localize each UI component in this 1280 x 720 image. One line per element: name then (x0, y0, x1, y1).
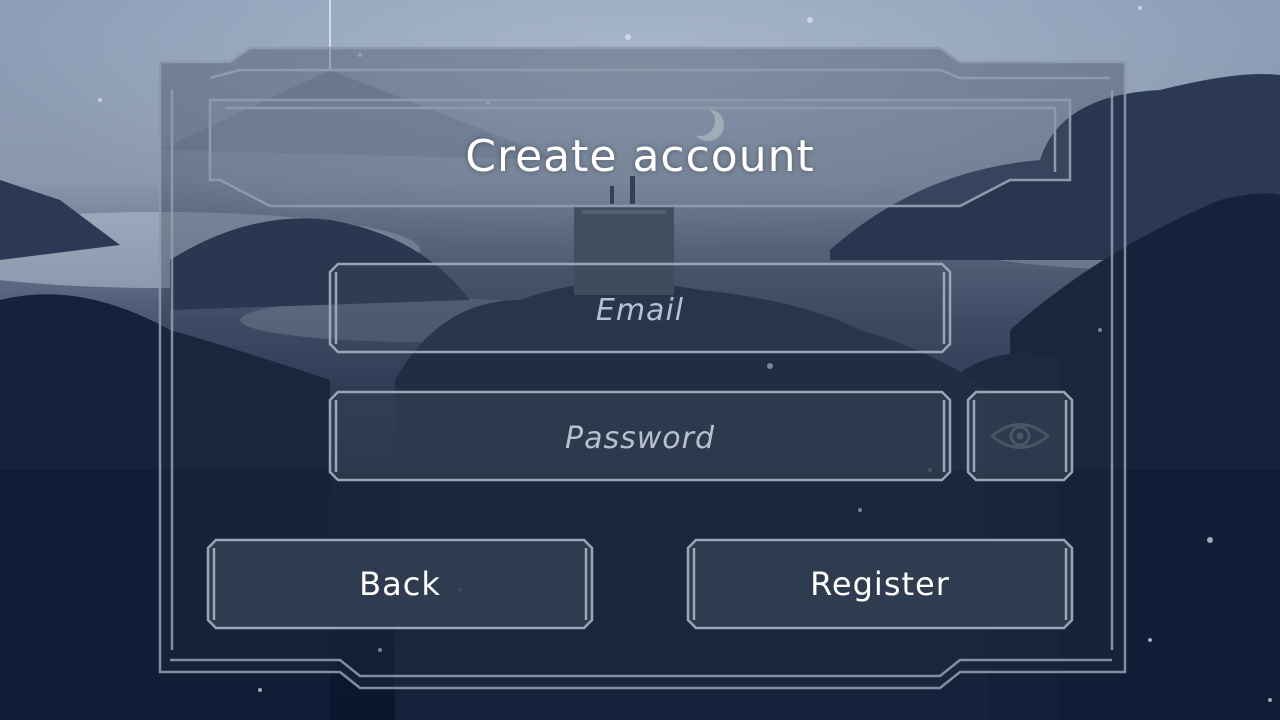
email-field[interactable] (330, 266, 950, 354)
page-title: Create account (465, 130, 815, 182)
toggle-password-visibility-button[interactable] (968, 392, 1072, 480)
register-button[interactable]: Register (688, 540, 1072, 628)
password-field[interactable] (330, 394, 950, 482)
eye-icon (990, 423, 1050, 449)
back-button[interactable]: Back (208, 540, 592, 628)
